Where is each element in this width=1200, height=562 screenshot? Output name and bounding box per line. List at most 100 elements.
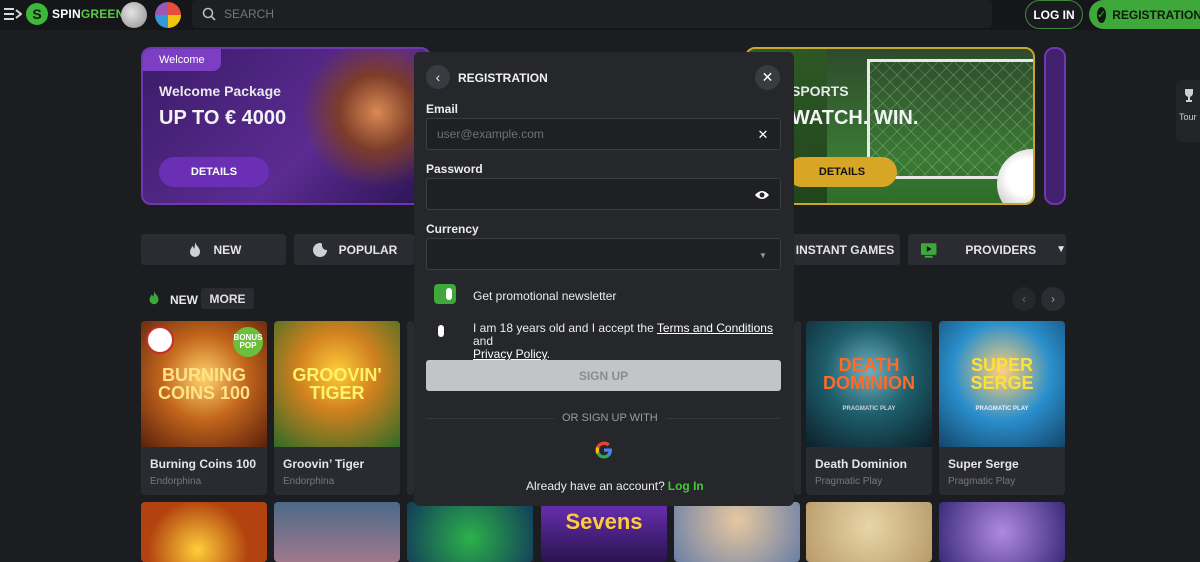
check-icon: ✓ <box>1097 6 1107 23</box>
category-new[interactable]: NEW <box>141 234 286 265</box>
game-card[interactable]: DEATH DOMINION PRAGMATIC PLAY Death Domi… <box>806 321 932 495</box>
login-button[interactable]: LOG IN <box>1025 0 1083 29</box>
play-icon <box>920 242 937 258</box>
banner-character-image <box>293 49 429 203</box>
banner-badge: Welcome <box>143 49 221 71</box>
banner-headline: UP TO € 4000 <box>159 107 287 129</box>
banner-title: SPORTS <box>791 83 849 99</box>
brand-logo[interactable]: S SPINGREEN <box>26 3 125 25</box>
registration-label: REGISTRATION <box>1112 7 1200 22</box>
eye-icon[interactable] <box>754 189 770 201</box>
password-input[interactable] <box>437 187 737 201</box>
login-link[interactable]: Log In <box>668 479 704 493</box>
dice-icon[interactable] <box>121 2 147 28</box>
tournaments-tab[interactable]: Tour <box>1176 80 1200 142</box>
back-arrow-icon[interactable]: ‹ <box>426 65 450 89</box>
flame-swirl-icon <box>312 242 327 257</box>
email-label: Email <box>426 102 459 116</box>
banner-details-button[interactable]: DETAILS <box>159 157 269 187</box>
email-field[interactable]: ✕ <box>426 118 781 150</box>
newsletter-label: Get promotional newsletter <box>473 289 617 303</box>
trophy-icon <box>1185 89 1193 102</box>
game-provider: Endorphina <box>283 476 335 487</box>
game-thumbnail: SUPER SERGE PRAGMATIC PLAY <box>939 321 1065 447</box>
category-instant-games[interactable]: INSTANT GAMES <box>790 234 900 265</box>
sign-up-button[interactable]: SIGN UP <box>426 360 781 391</box>
game-card-thumbnail[interactable] <box>274 502 400 562</box>
wheel-icon[interactable] <box>155 2 181 28</box>
category-label: NEW <box>213 242 242 257</box>
registration-button[interactable]: ✓ REGISTRATION <box>1089 0 1200 29</box>
flame-icon <box>189 241 200 257</box>
category-label: PROVIDERS <box>965 242 1037 257</box>
chevron-down-icon: ▼ <box>1056 244 1066 255</box>
search-icon <box>202 7 216 21</box>
next-banner[interactable] <box>1044 47 1066 205</box>
game-card[interactable]: SUPER SERGE PRAGMATIC PLAY Super Serge P… <box>939 321 1065 495</box>
more-button[interactable]: MORE <box>201 288 254 309</box>
have-account-label: Already have an account? <box>526 479 665 493</box>
currency-select[interactable]: ▼ <box>426 238 781 270</box>
terms-text: I am 18 years old and I accept the Terms… <box>473 322 773 361</box>
terms-suffix: . <box>546 347 551 361</box>
pragmatic-play-badge: PRAGMATIC PLAY <box>842 406 896 412</box>
game-card[interactable]: BURNING COINS 100 BONUS POP Burning Coin… <box>141 321 267 495</box>
logo-s-icon: S <box>26 3 48 25</box>
tournaments-label: Tour <box>1179 112 1197 122</box>
welcome-banner[interactable]: Welcome Welcome Package UP TO € 4000 DET… <box>141 47 431 205</box>
top-header: S SPINGREEN LOG IN ✓ REGISTRATION <box>0 0 1200 30</box>
game-card-partial[interactable] <box>794 321 801 495</box>
brand-prefix: SPIN <box>52 7 81 21</box>
have-account-text: Already have an account? Log In <box>526 479 704 493</box>
privacy-link[interactable]: Privacy Policy <box>473 347 547 361</box>
terms-link[interactable]: Terms and Conditions <box>657 321 773 335</box>
game-card-thumbnail[interactable] <box>141 502 267 562</box>
clear-icon[interactable]: ✕ <box>756 127 770 142</box>
game-card-thumbnail[interactable] <box>407 502 533 562</box>
game-name: Super Serge <box>948 457 1019 471</box>
prev-arrow-icon[interactable]: ‹ <box>1012 287 1036 311</box>
close-icon[interactable]: ✕ <box>755 65 780 90</box>
terms-toggle[interactable] <box>434 321 456 341</box>
game-card-thumbnail[interactable] <box>674 502 800 562</box>
next-arrow-icon[interactable]: › <box>1041 287 1065 311</box>
menu-expand-icon[interactable] <box>4 7 22 21</box>
banner-details-button[interactable]: DETAILS <box>787 157 897 187</box>
registration-modal: ‹ REGISTRATION ✕ Email ✕ Password Curren… <box>414 52 794 506</box>
game-name: Burning Coins 100 <box>150 457 257 471</box>
banner-headline: WATCH. WIN. <box>791 107 919 129</box>
modal-title: REGISTRATION <box>458 71 548 85</box>
game-thumbnail: DEATH DOMINION PRAGMATIC PLAY <box>806 321 932 447</box>
brand-suffix: GREEN <box>80 7 125 21</box>
terms-and: and <box>473 334 494 348</box>
search-input[interactable] <box>224 7 824 21</box>
game-provider: Pragmatic Play <box>815 476 883 487</box>
bonus-pop-badge: BONUS POP <box>233 327 263 357</box>
section-title: NEW <box>170 293 198 307</box>
currency-label: Currency <box>426 222 479 236</box>
game-card[interactable]: GROOVIN' TIGER Groovin’ Tiger Endorphina <box>274 321 400 495</box>
game-card-thumbnail[interactable]: Sevens <box>541 502 667 562</box>
game-thumbnail-title: DEATH DOMINION <box>823 355 915 393</box>
banner-title: Welcome Package <box>159 83 281 99</box>
category-providers[interactable]: PROVIDERS ▼ <box>908 234 1066 265</box>
game-provider: Pragmatic Play <box>948 476 1016 487</box>
search-bar[interactable] <box>192 0 992 28</box>
newsletter-toggle[interactable] <box>434 284 456 304</box>
game-card-thumbnail[interactable] <box>806 502 932 562</box>
password-label: Password <box>426 162 483 176</box>
category-label: POPULAR <box>338 242 398 257</box>
google-icon[interactable] <box>595 441 613 459</box>
game-name: Death Dominion <box>815 457 907 471</box>
password-field[interactable] <box>426 178 781 210</box>
pragmatic-play-badge: PRAGMATIC PLAY <box>975 406 1029 412</box>
email-input[interactable] <box>437 127 737 141</box>
chevron-down-icon: ▼ <box>759 250 767 260</box>
game-card-partial[interactable] <box>407 321 414 495</box>
game-thumbnail: GROOVIN' TIGER <box>274 321 400 447</box>
game-thumbnail-title: SUPER SERGE <box>970 355 1034 393</box>
category-popular[interactable]: POPULAR <box>294 234 414 265</box>
category-label: INSTANT GAMES <box>795 242 895 257</box>
provider-logo-icon <box>146 326 174 354</box>
game-card-thumbnail[interactable] <box>939 502 1065 562</box>
